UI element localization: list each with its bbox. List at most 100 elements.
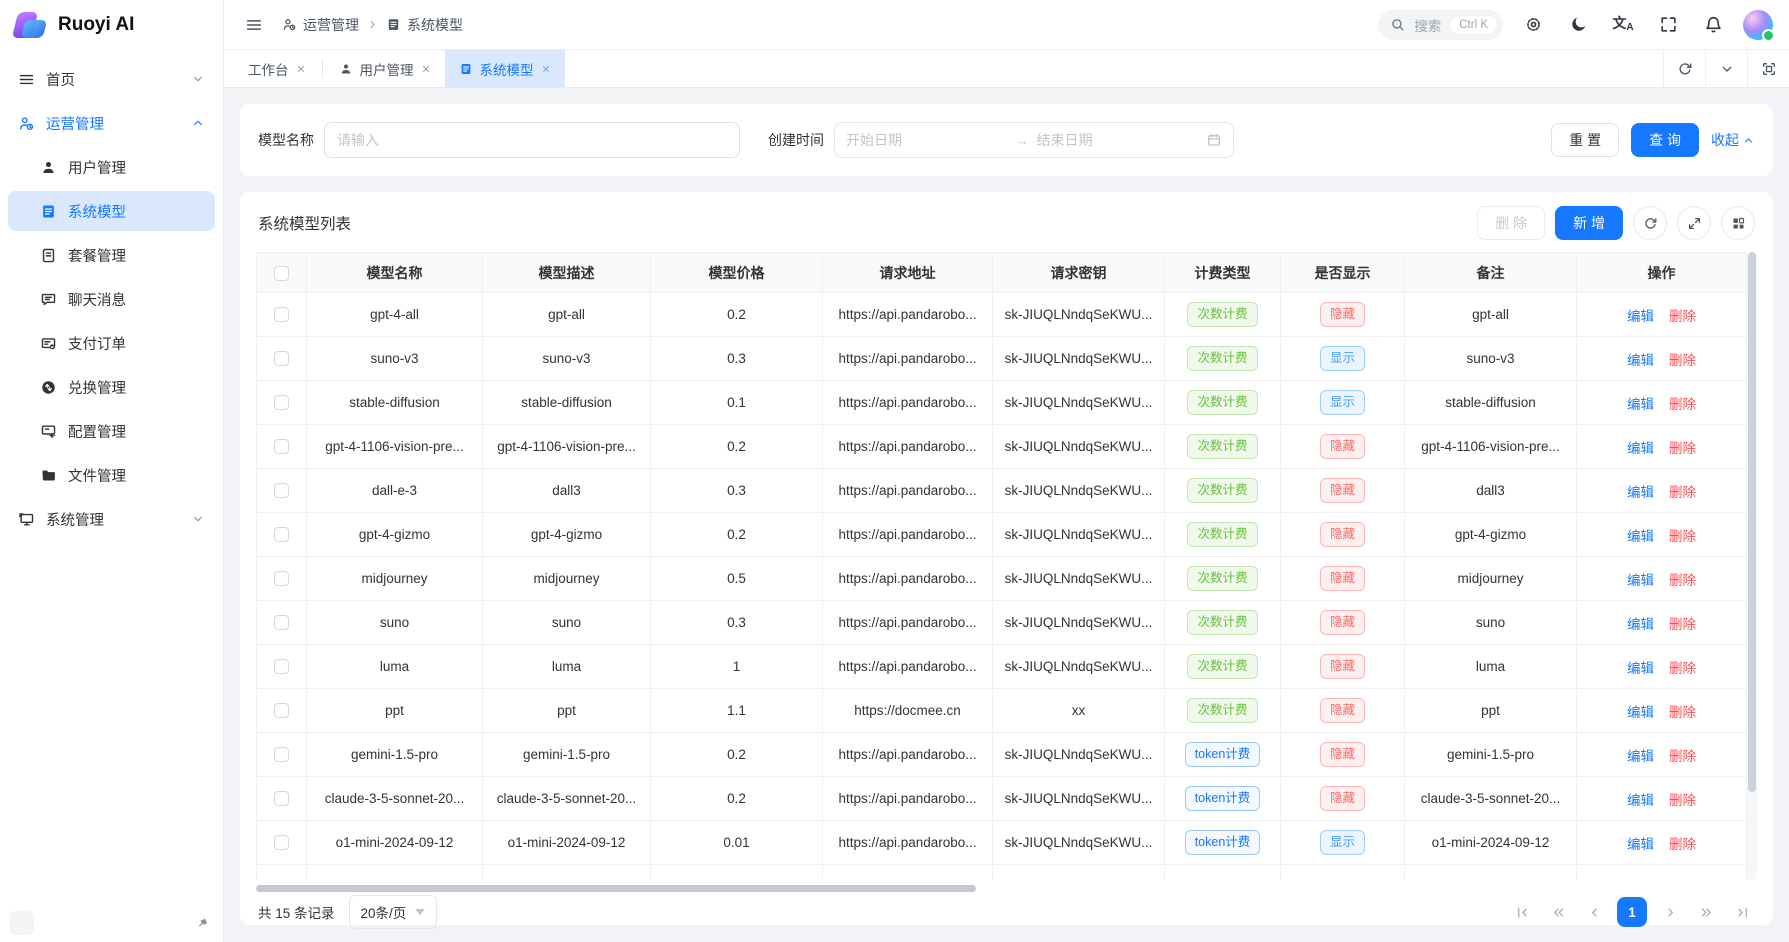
delete-link[interactable]: 删除	[1669, 397, 1696, 412]
delete-link[interactable]: 删除	[1669, 529, 1696, 544]
edit-link[interactable]: 编辑	[1627, 529, 1654, 544]
brand[interactable]: Ruoyi AI	[0, 0, 223, 50]
row-checkbox[interactable]	[274, 615, 289, 630]
query-button[interactable]: 查 询	[1631, 123, 1699, 157]
row-checkbox[interactable]	[274, 835, 289, 850]
delete-link[interactable]: 删除	[1669, 353, 1696, 368]
sidebar-item-label: 兑换管理	[68, 377, 205, 398]
edit-link[interactable]: 编辑	[1627, 485, 1654, 500]
last-page-button[interactable]	[1729, 899, 1755, 925]
batch-delete-button[interactable]: 删 除	[1477, 206, 1545, 240]
delete-link[interactable]: 删除	[1669, 309, 1696, 324]
row-checkbox[interactable]	[274, 747, 289, 762]
edit-link[interactable]: 编辑	[1627, 661, 1654, 676]
delete-link[interactable]: 删除	[1669, 573, 1696, 588]
table-area: 模型名称模型描述模型价格请求地址请求密钥计费类型是否显示备注操作 gpt-4-a…	[256, 252, 1757, 880]
dark-mode-button[interactable]	[1563, 10, 1593, 40]
global-search[interactable]: 搜索 Ctrl K	[1378, 10, 1503, 40]
horizontal-scrollbar-thumb[interactable]	[256, 885, 976, 892]
edit-link[interactable]: 编辑	[1627, 397, 1654, 412]
translate-button[interactable]: 文A	[1608, 10, 1638, 40]
tab-fullscreen-button[interactable]	[1747, 50, 1789, 87]
sidebar-item-package-management[interactable]: 套餐管理	[8, 235, 215, 275]
row-checkbox[interactable]	[274, 527, 289, 542]
pin-button[interactable]	[191, 912, 213, 934]
breadcrumb-item[interactable]: 系统模型	[386, 15, 463, 35]
sidebar-item-config-management[interactable]: 配置管理	[8, 411, 215, 451]
table-fullscreen-button[interactable]	[1677, 206, 1711, 240]
row-checkbox[interactable]	[274, 791, 289, 806]
settings-button[interactable]	[1518, 10, 1548, 40]
edit-link[interactable]: 编辑	[1627, 749, 1654, 764]
fullscreen-button[interactable]	[1653, 10, 1683, 40]
menu-icon	[245, 16, 263, 34]
model-name-input[interactable]	[324, 122, 740, 158]
prev-page-button[interactable]	[1581, 899, 1607, 925]
sidebar-item-user-management[interactable]: 用户管理	[8, 147, 215, 187]
tab-refresh-button[interactable]	[1663, 50, 1705, 87]
delete-link[interactable]: 删除	[1669, 793, 1696, 808]
edit-link[interactable]: 编辑	[1627, 705, 1654, 720]
delete-link[interactable]: 删除	[1669, 661, 1696, 676]
next-page-button[interactable]	[1657, 899, 1683, 925]
reset-button[interactable]: 重 置	[1551, 123, 1619, 157]
vertical-scrollbar-thumb[interactable]	[1748, 252, 1756, 792]
end-date-input[interactable]	[1037, 132, 1199, 148]
tab-close-button[interactable]	[541, 64, 551, 74]
row-checkbox[interactable]	[274, 659, 289, 674]
billing-type-tag: 次数计费	[1187, 302, 1257, 327]
start-date-input[interactable]	[846, 132, 1008, 148]
sidebar-collapse-button[interactable]	[10, 911, 34, 935]
sidebar-item-file-management[interactable]: 文件管理	[8, 455, 215, 495]
menu-collapse-button[interactable]	[240, 11, 268, 39]
edit-link[interactable]: 编辑	[1627, 793, 1654, 808]
delete-link[interactable]: 删除	[1669, 441, 1696, 456]
tab-menu-button[interactable]	[1705, 50, 1747, 87]
row-checkbox[interactable]	[274, 351, 289, 366]
sidebar-item-chat-messages[interactable]: 聊天消息	[8, 279, 215, 319]
tab-close-button[interactable]	[421, 64, 431, 74]
delete-link[interactable]: 删除	[1669, 485, 1696, 500]
column-settings-button[interactable]	[1721, 206, 1755, 240]
avatar[interactable]	[1743, 10, 1773, 40]
edit-link[interactable]: 编辑	[1627, 441, 1654, 456]
delete-link[interactable]: 删除	[1669, 837, 1696, 852]
select-all-checkbox[interactable]	[274, 266, 289, 281]
first-page-button[interactable]	[1509, 899, 1535, 925]
prev-group-button[interactable]	[1545, 899, 1571, 925]
sidebar-item-payment-orders[interactable]: 支付订单	[8, 323, 215, 363]
row-checkbox[interactable]	[274, 483, 289, 498]
row-checkbox[interactable]	[274, 439, 289, 454]
row-checkbox[interactable]	[274, 307, 289, 322]
edit-link[interactable]: 编辑	[1627, 309, 1654, 324]
model-price-cell: 1.1	[651, 689, 823, 733]
notifications-button[interactable]	[1698, 10, 1728, 40]
next-group-button[interactable]	[1693, 899, 1719, 925]
sidebar-item-system[interactable]: 系统管理	[8, 499, 215, 539]
row-checkbox[interactable]	[274, 395, 289, 410]
collapse-filter-link[interactable]: 收起	[1711, 130, 1755, 150]
edit-link[interactable]: 编辑	[1627, 573, 1654, 588]
page-size-select[interactable]: 20条/页	[349, 895, 438, 929]
sidebar-item-system-model[interactable]: 系统模型	[8, 191, 215, 231]
row-checkbox[interactable]	[274, 571, 289, 586]
tab-system-model[interactable]: 系统模型	[445, 50, 565, 87]
add-button[interactable]: 新 增	[1555, 206, 1623, 240]
sidebar-item-operations[interactable]: 运营管理	[8, 103, 215, 143]
delete-link[interactable]: 删除	[1669, 705, 1696, 720]
edit-link[interactable]: 编辑	[1627, 353, 1654, 368]
row-checkbox[interactable]	[274, 703, 289, 718]
tab-close-button[interactable]	[296, 64, 306, 74]
tab-workbench[interactable]: 工作台	[234, 50, 320, 87]
sidebar-item-redeem-management[interactable]: 兑换管理	[8, 367, 215, 407]
tab-user-management[interactable]: 用户管理	[325, 50, 445, 87]
delete-link[interactable]: 删除	[1669, 749, 1696, 764]
delete-link[interactable]: 删除	[1669, 617, 1696, 632]
refresh-button[interactable]	[1633, 206, 1667, 240]
current-page-button[interactable]: 1	[1617, 897, 1647, 927]
actions-cell: 编辑删除	[1577, 645, 1747, 689]
edit-link[interactable]: 编辑	[1627, 837, 1654, 852]
breadcrumb-item[interactable]: 运营管理	[282, 15, 359, 35]
edit-link[interactable]: 编辑	[1627, 617, 1654, 632]
sidebar-item-home[interactable]: 首页	[8, 59, 215, 99]
